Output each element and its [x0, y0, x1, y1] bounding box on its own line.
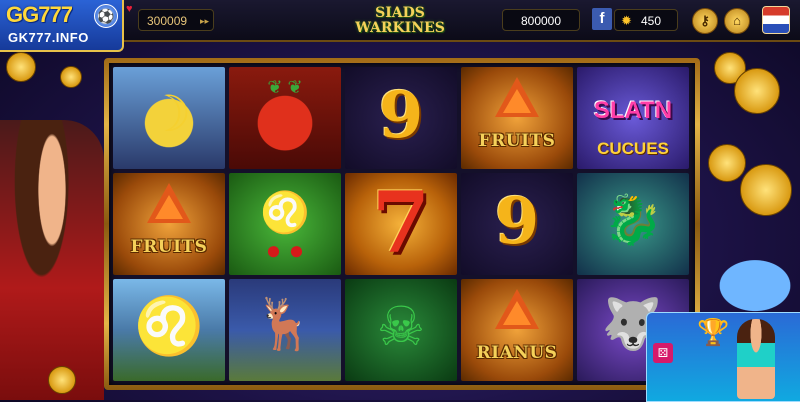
sun-coin-icon: ✹ — [621, 13, 632, 28]
fruits-text: FRUITS — [130, 237, 208, 257]
symbol-lion-cherries: ♌ ● ● — [229, 173, 341, 275]
symbol-fruits: FRUITS — [113, 173, 225, 275]
rianos-text: RIANUS — [476, 343, 558, 363]
triangle-inner-icon — [155, 195, 183, 219]
symbol-lion: ♌ — [113, 279, 225, 381]
banana-icon: ☽ — [146, 86, 192, 142]
lion-icon: ♌ — [260, 191, 310, 235]
symbol-nine: 9 — [461, 173, 573, 275]
leaf-icon: ❦ ❦ — [267, 77, 303, 97]
symbol-banana: ☽ — [113, 67, 225, 169]
symbol-slatin: SLATN CUCUES — [577, 67, 689, 169]
jackpot-value: 300009 — [147, 14, 188, 28]
brand-logo[interactable]: GG777 ⚽ GK777.INFO — [0, 0, 124, 52]
symbol-fruits: FRUITS — [461, 67, 573, 169]
symbol-nine: 9 — [345, 67, 457, 169]
demon-mask-icon: ☠ — [376, 297, 426, 357]
nine-text: 9 — [378, 78, 424, 153]
game-title-line1: SIADS — [375, 5, 425, 21]
dice-icon: ⚄ — [653, 343, 673, 363]
trophy-icon: 🏆 — [697, 317, 730, 347]
symbol-dragon: 🐉 — [577, 173, 689, 275]
nine-text: 9 — [494, 184, 540, 259]
coin-decoration — [708, 144, 746, 182]
language-flag-icon[interactable] — [762, 6, 790, 34]
seven-text: 7 — [371, 173, 431, 272]
reel-frame: ☽ ❦ ❦ 9 FRUITS SLATN CUCUES FRUITS ♌ ● ●… — [104, 58, 700, 390]
jackpot-display[interactable]: 300009 ▸▸ — [138, 9, 214, 31]
deer-icon: 🦌 — [253, 296, 317, 352]
key-icon[interactable]: ⚷ — [692, 8, 718, 34]
coin-decoration — [6, 52, 36, 82]
soccer-ball-icon: ⚽ — [94, 4, 118, 28]
home-icon[interactable]: ⌂ — [724, 8, 750, 34]
coins-display[interactable]: ✹ 450 — [614, 9, 678, 31]
coin-decoration — [734, 68, 780, 114]
cherries-icon: ● ● — [265, 235, 305, 265]
reel-grid: ☽ ❦ ❦ 9 FRUITS SLATN CUCUES FRUITS ♌ ● ●… — [113, 67, 691, 381]
game-title: SIADS WARKINES — [340, 6, 460, 36]
symbol-seven: 7 — [345, 173, 457, 275]
game-title-line2: WARKINES — [355, 20, 445, 36]
mascot-right — [700, 246, 800, 312]
slatin-text: SLATN — [593, 97, 673, 124]
dragon-icon: 🐉 — [603, 194, 663, 247]
heart-icon: ♥ — [126, 3, 133, 15]
symbol-deer: 🦌 — [229, 279, 341, 381]
lion-icon: ♌ — [134, 294, 204, 357]
promo-character — [737, 319, 775, 399]
reel-area: ☽ ❦ ❦ 9 FRUITS SLATN CUCUES FRUITS ♌ ● ●… — [109, 63, 695, 385]
logo-text: GG777 — [6, 2, 73, 27]
credit-value: 800000 — [520, 14, 562, 28]
logo-site-text: GK777.INFO — [8, 30, 89, 45]
character-left — [0, 120, 104, 400]
symbol-strawberry: ❦ ❦ — [229, 67, 341, 169]
cucues-text: CUCUES — [597, 139, 669, 158]
coin-decoration — [48, 366, 76, 394]
credit-display: 800000 — [502, 9, 580, 31]
symbol-demon: ☠ — [345, 279, 457, 381]
coins-value: 450 — [641, 14, 662, 28]
triangle-inner-icon — [503, 301, 531, 325]
fruits-text: FRUITS — [478, 131, 556, 151]
coin-decoration — [740, 164, 792, 216]
promo-banner[interactable]: ⚄ 🏆 — [646, 312, 800, 402]
triangle-inner-icon — [503, 89, 531, 113]
double-arrow-icon: ▸▸ — [199, 16, 209, 26]
facebook-icon[interactable]: f — [592, 8, 612, 30]
coin-decoration — [60, 66, 82, 88]
symbol-rianos: RIANUS — [461, 279, 573, 381]
